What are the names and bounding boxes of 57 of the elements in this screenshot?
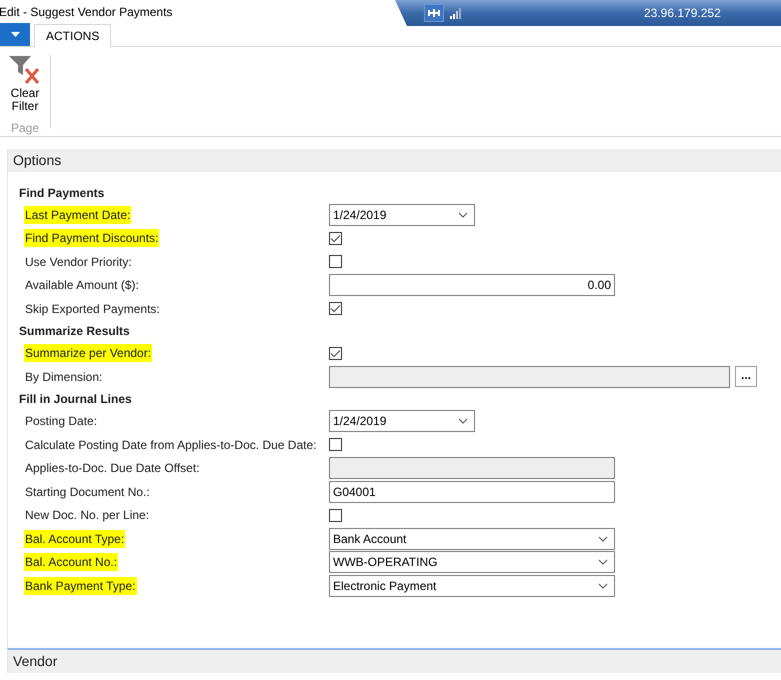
checkbox[interactable]: [329, 232, 342, 245]
date-field[interactable]: 1/24/2019: [329, 410, 475, 432]
ip-address: 23.96.179.252: [644, 5, 721, 22]
chevron-down-icon: [458, 212, 468, 218]
field-label: Summarize per Vendor:: [24, 344, 152, 362]
section-header[interactable]: Vendor: [8, 650, 781, 672]
dropdown-value: WWB-OPERATING: [333, 554, 438, 572]
caret-icon: [10, 32, 20, 37]
field-label: Starting Document No.:: [24, 484, 151, 501]
chevron-down-icon: [598, 582, 608, 589]
chevron-down-icon: [598, 559, 608, 566]
chevron-down-icon: [458, 418, 468, 424]
date-value: 1/24/2019: [333, 413, 386, 430]
field-label: Posting Date:: [24, 413, 98, 430]
dropdown-value: Bank Account: [333, 530, 406, 548]
lookup-button[interactable]: ...: [735, 366, 757, 388]
group-heading: Summarize Results: [19, 323, 130, 340]
signal-icon: [450, 7, 462, 19]
dropdown-field[interactable]: Bank Account: [329, 528, 615, 550]
checkbox[interactable]: [329, 302, 342, 316]
section-header[interactable]: Options: [8, 149, 781, 172]
checkbox[interactable]: [329, 255, 342, 268]
checkbox[interactable]: [329, 508, 342, 522]
field-label: Bal. Account Type:: [24, 530, 126, 548]
checkbox[interactable]: [329, 346, 342, 360]
date-value: 1/24/2019: [333, 206, 386, 224]
check-icon: [330, 348, 341, 358]
field-label: Bal. Account No.:: [24, 553, 118, 572]
field-label: Last Payment Date:: [24, 206, 132, 224]
application-menu-button[interactable]: [0, 23, 30, 46]
field-label: New Doc. No. per Line:: [24, 507, 150, 524]
filter-remove-icon: [8, 55, 42, 87]
amount-field[interactable]: 0.00: [329, 274, 615, 296]
chevron-down-icon: [598, 536, 608, 542]
ribbon-tab[interactable]: ACTIONS: [34, 24, 112, 47]
field-label: Use Vendor Priority:: [24, 254, 133, 271]
group-heading: Fill in Journal Lines: [19, 391, 132, 408]
field-label: Available Amount ($):: [24, 277, 140, 294]
text-field[interactable]: G04001: [329, 480, 615, 503]
clear-filter-button[interactable]: Clear Filter: [8, 55, 42, 113]
dropdown-field[interactable]: WWB-OPERATING: [329, 551, 615, 574]
field-label: Find Payment Discounts:: [24, 229, 160, 248]
check-icon: [330, 304, 341, 314]
field-label: Calculate Posting Date from Applies-to-Doc. Due Date:: [24, 436, 318, 454]
checkbox[interactable]: [329, 438, 342, 452]
field-label: Bank Payment Type:: [24, 576, 137, 595]
dropdown-field[interactable]: Electronic Payment: [329, 574, 615, 597]
window-title: Edit - Suggest Vendor Payments: [0, 4, 172, 21]
date-field[interactable]: 1/24/2019: [329, 204, 475, 226]
field-label: By Dimension:: [24, 368, 104, 386]
dropdown-value: Electronic Payment: [333, 578, 436, 595]
check-icon: [330, 234, 341, 243]
field-label: Skip Exported Payments:: [24, 300, 161, 318]
group-heading: Find Payments: [19, 184, 104, 202]
ribbon-group-label: Page: [10, 120, 40, 137]
field-label: Applies-to-Doc. Due Date Offset:: [24, 460, 201, 478]
lookup-field[interactable]: [329, 366, 730, 388]
